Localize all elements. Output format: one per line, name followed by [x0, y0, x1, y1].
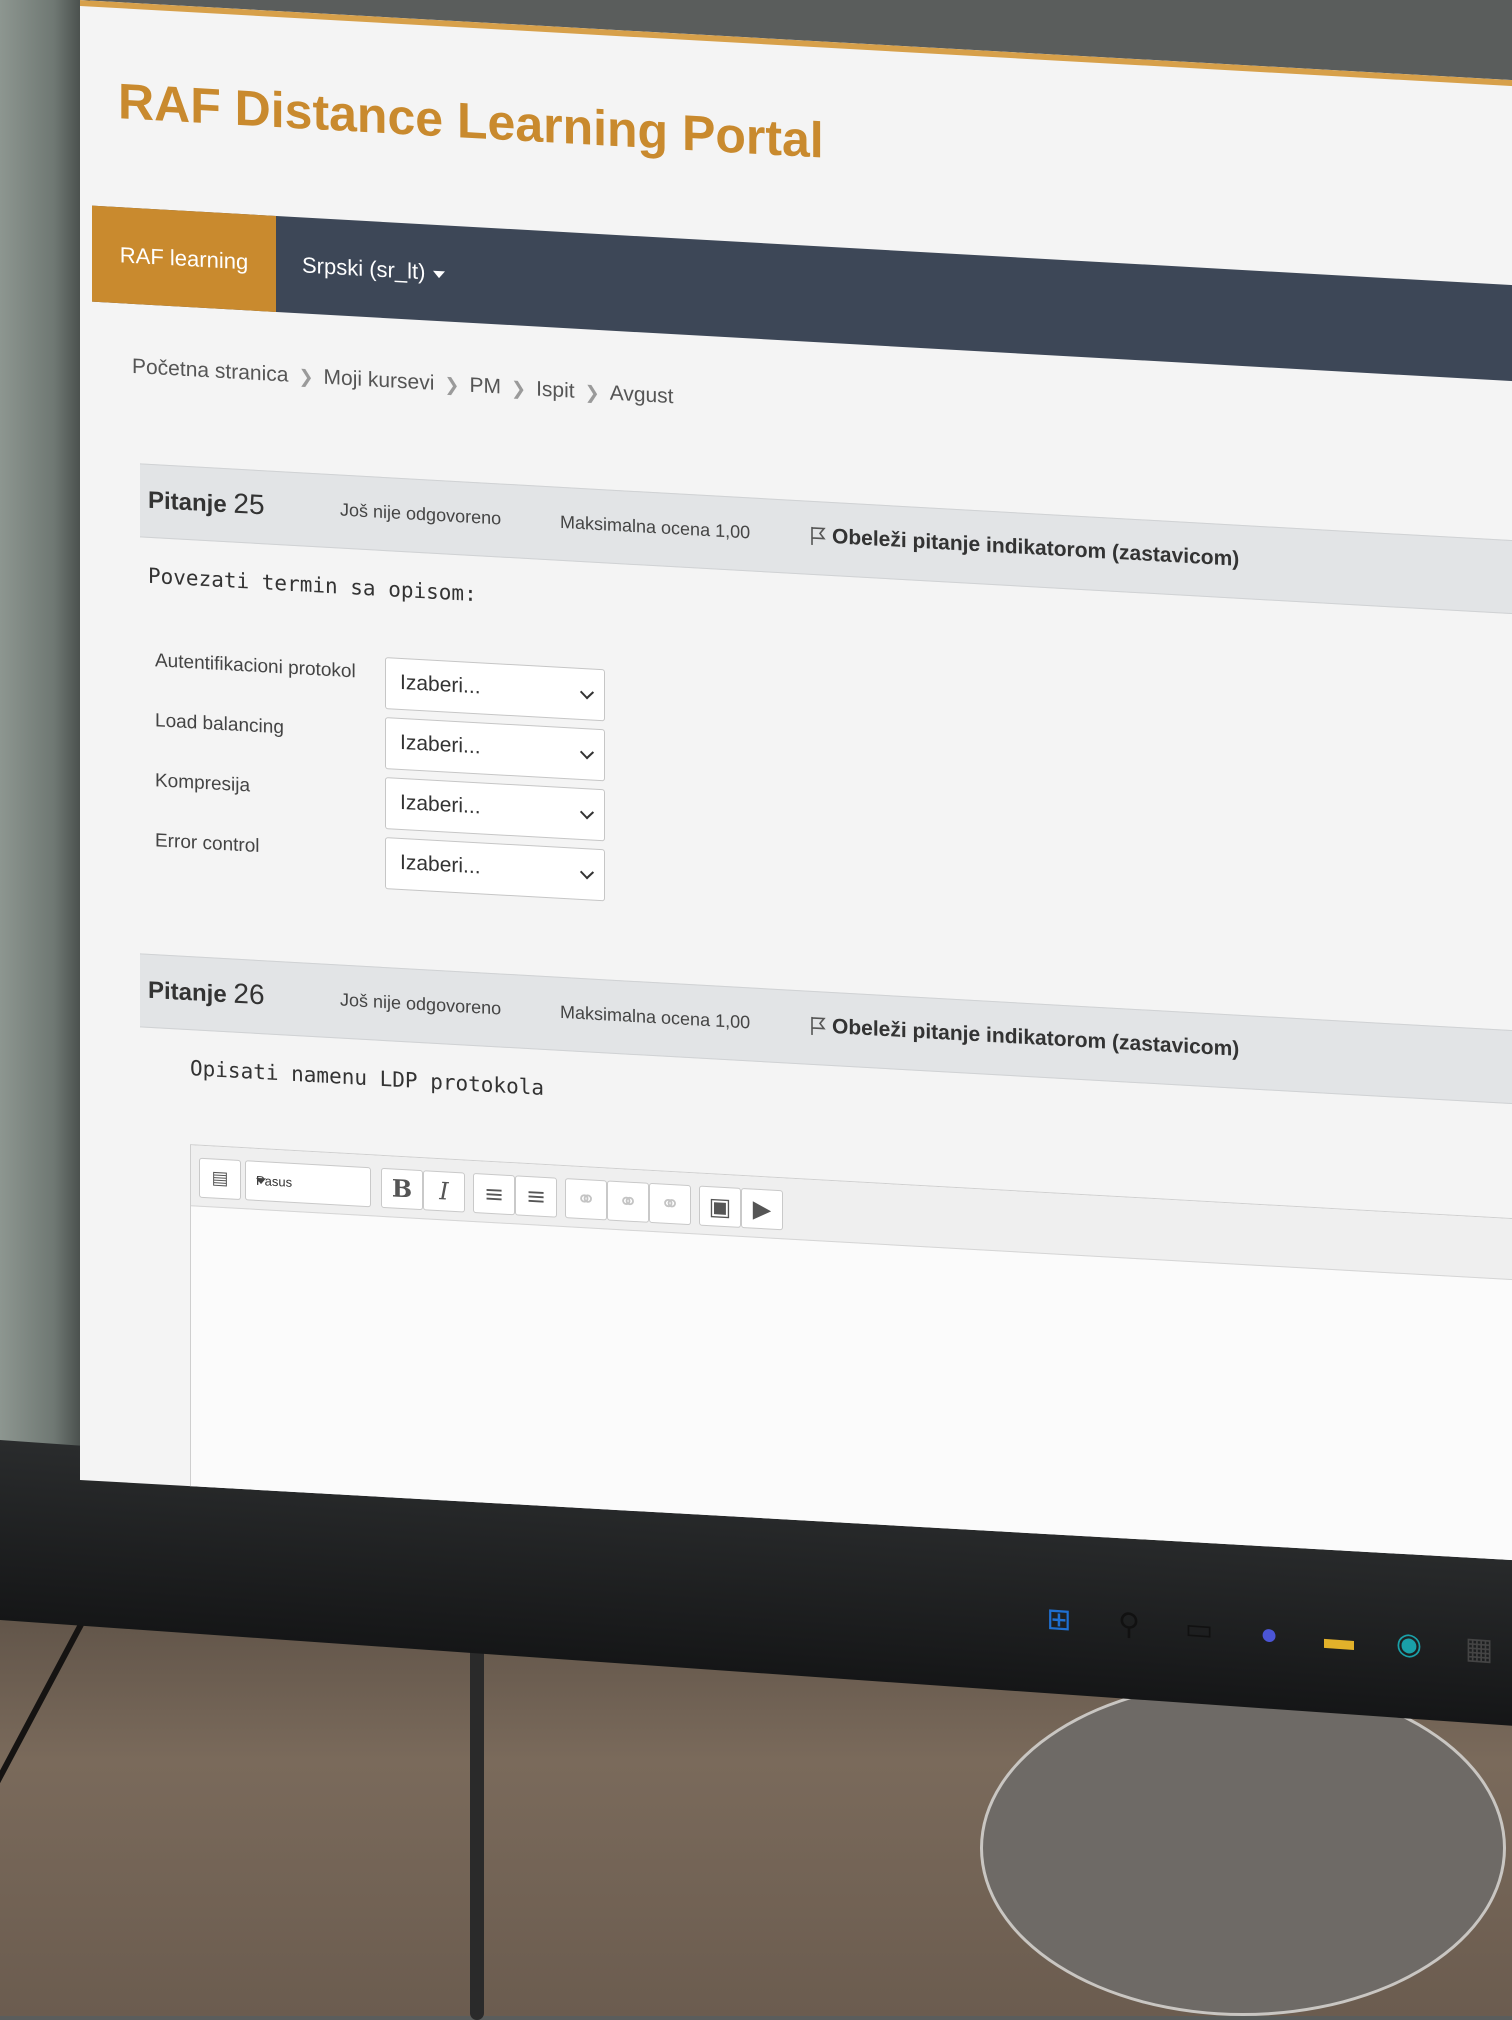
paragraph-format-select[interactable]: Pasus: [245, 1160, 371, 1208]
link-icon[interactable]: ⚭: [565, 1178, 607, 1221]
chevron-right-icon: ❯: [444, 374, 460, 396]
media-icon[interactable]: ▶: [741, 1187, 783, 1231]
ordered-list-icon[interactable]: ≡: [515, 1175, 557, 1218]
chevron-down-icon: [579, 805, 595, 820]
question-label: Pitanje: [148, 486, 227, 519]
bold-button[interactable]: B: [381, 1167, 423, 1211]
breadcrumb-my-courses[interactable]: Moji kursevi: [324, 366, 435, 395]
select-value: Izaberi...: [400, 790, 481, 819]
task-view-icon[interactable]: ▭: [1180, 1610, 1218, 1651]
flag-question-link[interactable]: Obeleži pitanje indikatorom (zastavicom): [810, 524, 1239, 572]
breadcrumb-home[interactable]: Početna stranica: [132, 355, 288, 387]
caret-down-icon: [433, 270, 446, 279]
question-status: Još nije odgovoreno: [340, 499, 502, 529]
question-number-value: 25: [233, 487, 265, 521]
language-menu[interactable]: Srpski (sr_lt): [302, 217, 446, 321]
flag-icon: [811, 527, 826, 546]
unlink-icon[interactable]: ⚭: [607, 1180, 649, 1223]
match-term-label: Load balancing: [155, 710, 284, 739]
monitor-stand: [980, 1680, 1506, 2016]
search-icon[interactable]: ⚲: [1110, 1605, 1148, 1646]
unordered-list-icon[interactable]: ≡: [473, 1172, 515, 1216]
select-value: Izaberi...: [400, 670, 481, 699]
match-select[interactable]: Izaberi...: [385, 657, 605, 722]
question-number: Pitanje 25: [148, 483, 265, 522]
flag-question-label: Obeleži pitanje indikatorom (zastavicom): [832, 525, 1240, 571]
match-select[interactable]: Izaberi...: [385, 837, 605, 902]
chevron-down-icon: [579, 865, 595, 880]
chevron-right-icon: ❯: [298, 366, 314, 388]
breadcrumb: Početna stranica ❯ Moji kursevi ❯ PM ❯ Ispit ❯ A…: [132, 355, 674, 409]
question-max-grade: Maksimalna ocena 1,00: [560, 1001, 751, 1033]
flag-icon: [811, 1017, 826, 1036]
file-explorer-icon[interactable]: ▬: [1320, 1620, 1358, 1661]
chevron-right-icon: ❯: [510, 378, 527, 399]
question-status: Još nije odgovoreno: [340, 989, 502, 1019]
select-value: Izaberi...: [400, 850, 481, 879]
monitor-cable: [470, 1640, 484, 2020]
nav-home-link[interactable]: RAF learning: [92, 205, 276, 312]
chevron-down-icon: [579, 685, 595, 700]
anchor-icon[interactable]: ⚭: [649, 1182, 691, 1226]
question-max-grade: Maksimalna ocena 1,00: [560, 511, 751, 543]
language-label: Srpski (sr_lt): [302, 252, 426, 285]
show-more-icon[interactable]: ▤: [199, 1157, 241, 1201]
breadcrumb-current[interactable]: Avgust: [610, 382, 674, 409]
chat-icon[interactable]: ●: [1250, 1615, 1288, 1656]
question-number: Pitanje 26: [148, 973, 265, 1012]
breadcrumb-exam[interactable]: Ispit: [536, 377, 575, 402]
chevron-right-icon: ❯: [584, 382, 600, 404]
site-title[interactable]: RAF Distance Learning Portal: [118, 72, 824, 169]
screen: RAF Distance Learning Portal RAF learnin…: [80, 0, 1512, 1561]
top-accent-strip: [80, 0, 1512, 87]
match-select[interactable]: Izaberi...: [385, 717, 605, 782]
chevron-down-icon: [579, 745, 595, 760]
italic-button[interactable]: I: [423, 1170, 465, 1213]
store-icon[interactable]: ▦: [1460, 1629, 1498, 1670]
caret-down-icon: [256, 1177, 266, 1185]
question-25-text: Povezati termin sa opisom:: [148, 563, 477, 607]
match-term-label: Autentifikacioni protokol: [155, 650, 356, 683]
select-value: Izaberi...: [400, 730, 481, 759]
match-select[interactable]: Izaberi...: [385, 777, 605, 842]
question-26-text: Opisati namenu LDP protokola: [190, 1056, 545, 1100]
flag-question-label: Obeleži pitanje indikatorom (zastavicom): [832, 1015, 1240, 1061]
edge-icon[interactable]: ◉: [1390, 1624, 1428, 1665]
image-icon[interactable]: ▣: [699, 1185, 741, 1228]
windows-icon[interactable]: ⊞: [1040, 1600, 1078, 1641]
question-label: Pitanje: [148, 976, 227, 1009]
breadcrumb-course[interactable]: PM: [469, 374, 501, 399]
monitor-bezel-left: [0, 0, 90, 1460]
match-term-label: Error control: [155, 830, 260, 858]
question-number-value: 26: [233, 977, 265, 1011]
flag-question-link[interactable]: Obeleži pitanje indikatorom (zastavicom): [810, 1014, 1239, 1062]
match-term-label: Kompresija: [155, 770, 251, 797]
navbar: RAF learning Srpski (sr_lt): [92, 205, 1512, 383]
